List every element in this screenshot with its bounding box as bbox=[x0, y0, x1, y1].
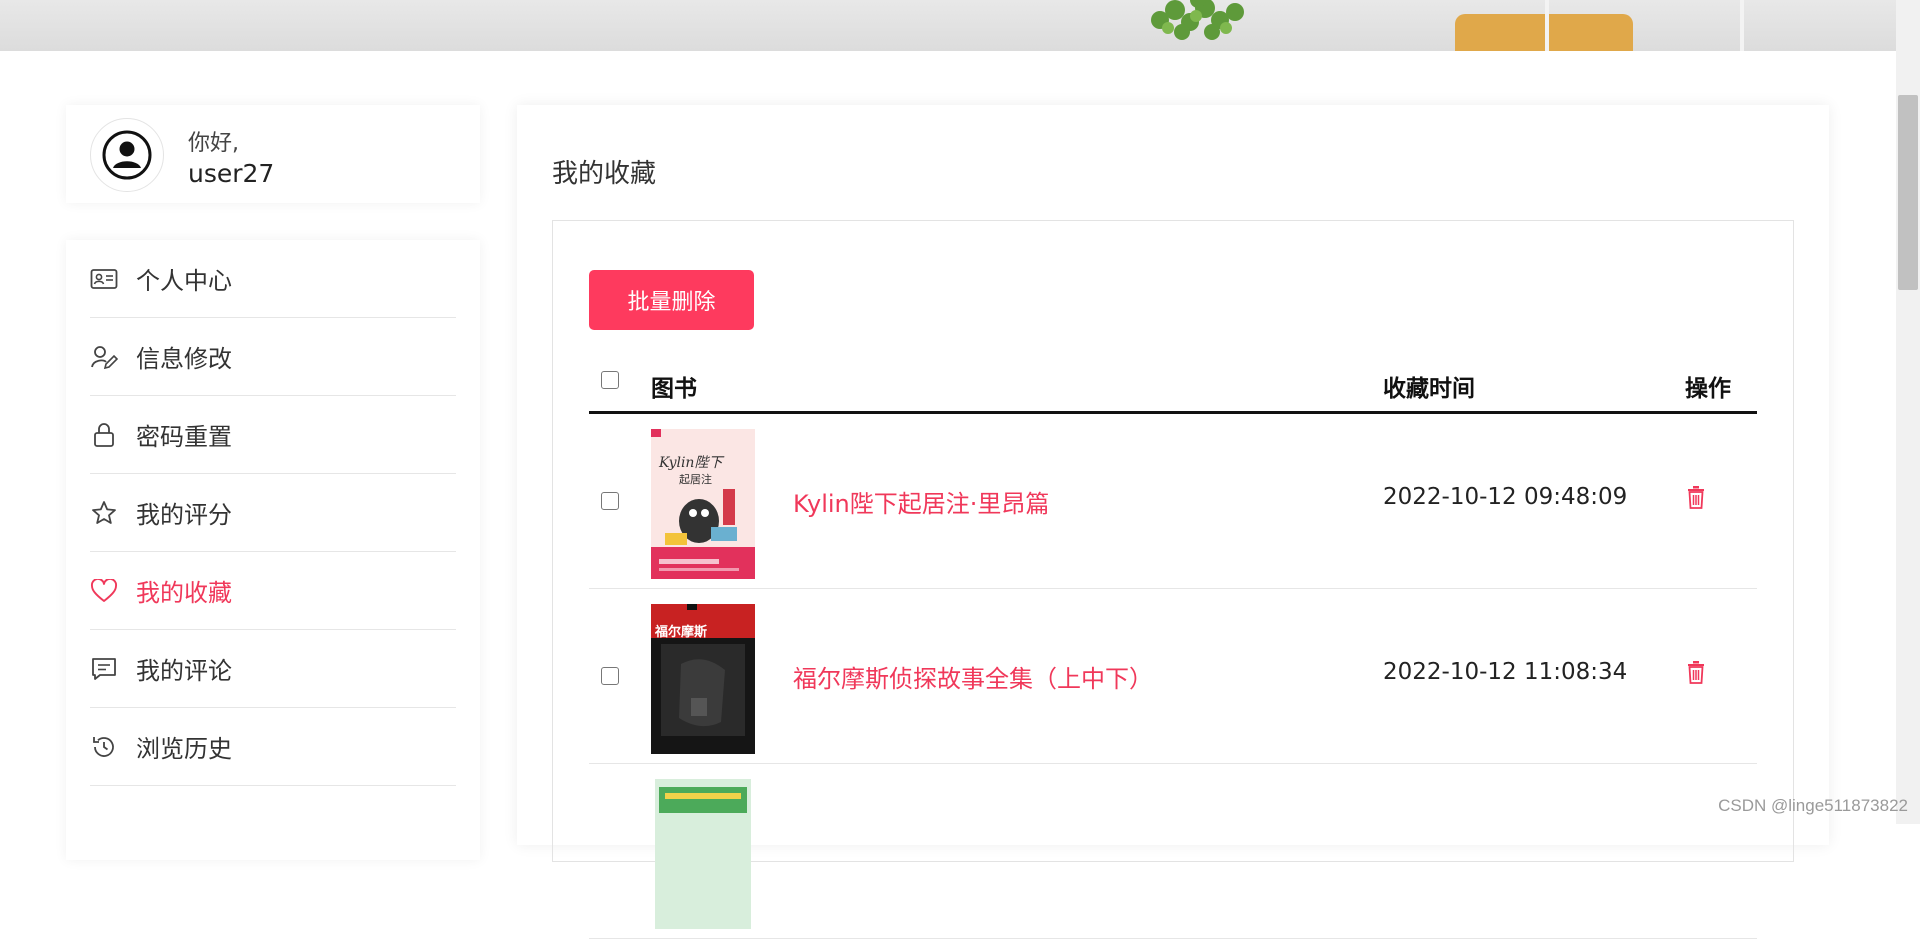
select-all-checkbox[interactable] bbox=[601, 371, 619, 389]
book-cover-image[interactable] bbox=[655, 779, 751, 929]
favorite-time: 2022-10-12 11:08:34 bbox=[1383, 659, 1628, 685]
greeting-text: 你好, bbox=[188, 131, 239, 156]
svg-text:Kylin陛下: Kylin陛下 bbox=[658, 455, 724, 471]
user-card: 你好, user27 bbox=[66, 105, 480, 203]
svg-text:起居注: 起居注 bbox=[679, 472, 712, 486]
svg-text:福尔摩斯: 福尔摩斯 bbox=[654, 624, 707, 640]
plant-image bbox=[1151, 0, 1244, 40]
trash-icon[interactable] bbox=[1686, 659, 1706, 689]
sidebar-item-label: 浏览历史 bbox=[136, 735, 232, 763]
table-header: 图书 收藏时间 操作 bbox=[589, 351, 1757, 414]
book-cover-image[interactable]: Kylin陛下 起居注 bbox=[651, 429, 755, 579]
table-row bbox=[589, 764, 1757, 939]
id-card-icon bbox=[90, 265, 118, 293]
top-banner-image bbox=[0, 0, 1896, 51]
sidebar-menu: 个人中心 信息修改 密码重置 我的评分 我的收藏 我的评论 浏览历史 bbox=[66, 240, 480, 860]
sidebar-item-label: 我的收藏 bbox=[136, 579, 232, 607]
user-edit-icon bbox=[90, 343, 118, 371]
frame-line bbox=[1740, 0, 1744, 51]
column-header-time: 收藏时间 bbox=[1383, 376, 1475, 402]
comment-icon bbox=[90, 655, 118, 683]
table-row: 福尔摩斯 福尔摩斯侦探故事全集（上中下） 2022-10-12 11:08:34 bbox=[589, 589, 1757, 764]
sidebar-item-favorites[interactable]: 我的收藏 bbox=[90, 552, 456, 630]
avatar[interactable] bbox=[90, 118, 164, 192]
column-header-book: 图书 bbox=[651, 376, 697, 402]
username-text: user27 bbox=[188, 159, 275, 188]
watermark-text: CSDN @linge511873822 bbox=[1718, 796, 1908, 815]
sidebar-item-history[interactable]: 浏览历史 bbox=[90, 708, 456, 786]
sidebar-item-password-reset[interactable]: 密码重置 bbox=[90, 396, 456, 474]
sidebar-item-edit-info[interactable]: 信息修改 bbox=[90, 318, 456, 396]
sidebar-item-ratings[interactable]: 我的评分 bbox=[90, 474, 456, 552]
frame-line bbox=[1545, 0, 1549, 51]
book-title-link[interactable]: Kylin陛下起居注·里昂篇 bbox=[793, 484, 1049, 519]
batch-delete-button[interactable]: 批量删除 bbox=[589, 270, 754, 330]
page-title: 我的收藏 bbox=[552, 159, 657, 189]
sidebar-item-label: 信息修改 bbox=[136, 345, 232, 373]
heart-icon bbox=[90, 577, 118, 605]
lock-icon bbox=[90, 421, 118, 449]
row-checkbox[interactable] bbox=[601, 492, 619, 510]
history-icon bbox=[90, 733, 118, 761]
sidebar-item-comments[interactable]: 我的评论 bbox=[90, 630, 456, 708]
sidebar-item-label: 个人中心 bbox=[136, 267, 232, 295]
book-cover-image[interactable]: 福尔摩斯 bbox=[651, 604, 755, 754]
trash-icon[interactable] bbox=[1686, 484, 1706, 514]
favorites-panel: 我的收藏 批量删除 图书 收藏时间 操作 Kylin陛下 起居注 Kylin陛下… bbox=[517, 105, 1829, 939]
column-header-action: 操作 bbox=[1685, 376, 1731, 402]
book-title-link[interactable]: 福尔摩斯侦探故事全集（上中下） bbox=[793, 659, 1153, 694]
table-row: Kylin陛下 起居注 Kylin陛下起居注·里昂篇 2022-10-12 09… bbox=[589, 414, 1757, 589]
sidebar-item-label: 我的评分 bbox=[136, 501, 232, 529]
scrollbar-thumb[interactable] bbox=[1898, 95, 1918, 290]
row-checkbox[interactable] bbox=[601, 667, 619, 685]
sidebar-item-label: 我的评论 bbox=[136, 657, 232, 685]
favorite-time: 2022-10-12 09:48:09 bbox=[1383, 484, 1628, 510]
user-avatar-icon bbox=[102, 130, 152, 180]
chair-image bbox=[1455, 14, 1633, 51]
favorites-table-container: 批量删除 图书 收藏时间 操作 Kylin陛下 起居注 Kylin陛下起居注·里… bbox=[552, 220, 1794, 939]
sidebar-item-label: 密码重置 bbox=[136, 423, 232, 451]
sidebar-item-profile[interactable]: 个人中心 bbox=[90, 240, 456, 318]
star-icon bbox=[90, 499, 118, 527]
